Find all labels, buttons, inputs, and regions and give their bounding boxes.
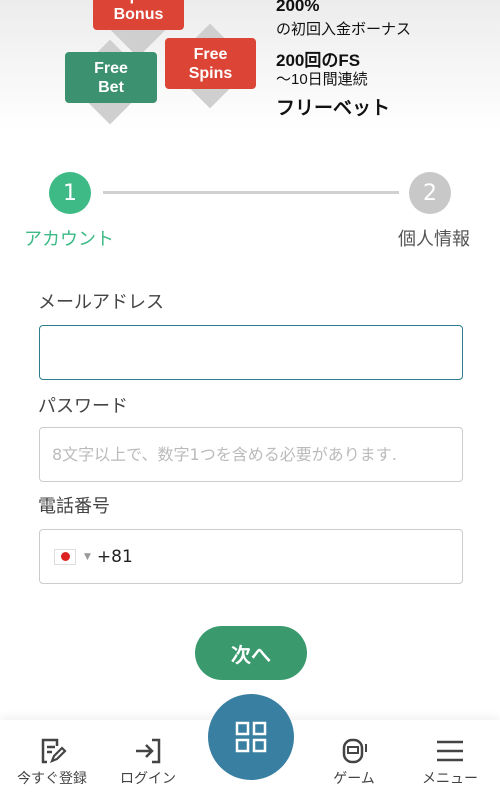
- step-2-label: 個人情報: [398, 229, 470, 250]
- password-input[interactable]: [39, 427, 463, 482]
- nav-label: ゲーム: [333, 771, 375, 787]
- phone-input[interactable]: ▼ +81: [39, 529, 463, 584]
- password-label: パスワード: [38, 396, 128, 417]
- grid-icon: [235, 721, 267, 753]
- nav-label: ログイン: [120, 771, 176, 787]
- nav-label: メニュー: [422, 771, 478, 787]
- nav-login[interactable]: ログイン: [103, 736, 193, 788]
- menu-icon: [437, 740, 463, 762]
- step-2-circle: 2: [409, 172, 451, 214]
- bonus-desc: の初回入金ボーナス: [276, 21, 412, 38]
- fs-desc: 〜10日間連続: [276, 71, 368, 88]
- slot-machine-icon: [342, 738, 367, 764]
- phone-label: 電話番号: [38, 496, 110, 517]
- nav-register[interactable]: 今すぐ登録: [7, 736, 97, 788]
- free-bet-text: フリーベット: [276, 98, 391, 119]
- chevron-down-icon[interactable]: ▼: [84, 552, 91, 562]
- promo-banner: Deposit Bonus FreeSpins FreeBet 200% の初回…: [0, 0, 500, 130]
- phone-code: +81: [96, 546, 133, 567]
- login-icon: [136, 738, 161, 764]
- register-icon: [41, 738, 67, 764]
- email-label: メールアドレス: [38, 292, 164, 313]
- nav-games-grid-button[interactable]: [208, 694, 294, 780]
- next-button[interactable]: 次へ: [195, 626, 307, 680]
- bottom-nav: 今すぐ登録 ログイン ゲーム メニュー: [0, 694, 500, 800]
- free-bet-badge: Free Bet: [65, 52, 157, 103]
- nav-label: 今すぐ登録: [17, 771, 87, 787]
- deposit-bonus-badge: Deposit Bonus: [93, 0, 184, 30]
- bonus-percent: 200%: [276, 0, 320, 15]
- nav-menu[interactable]: メニュー: [405, 736, 495, 788]
- free-spins-badge: Free Spins: [165, 38, 256, 89]
- step-connector: [103, 191, 399, 194]
- nav-games[interactable]: ゲーム: [309, 736, 399, 788]
- step-1-circle: 1: [49, 172, 91, 214]
- email-input[interactable]: [39, 325, 463, 380]
- japan-flag-icon[interactable]: [54, 548, 76, 565]
- step-1-label: アカウント: [24, 229, 114, 250]
